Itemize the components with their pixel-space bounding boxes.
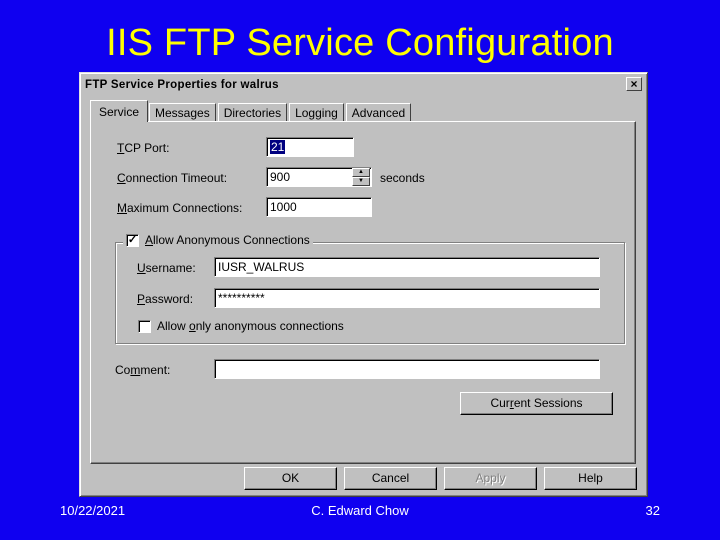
spin-down-icon[interactable]: ▼ — [352, 177, 370, 186]
spin-up-icon[interactable]: ▲ — [352, 168, 370, 177]
anonymous-only-checkbox-row[interactable]: Allow only anonymous connections — [138, 319, 344, 333]
slide-title: IIS FTP Service Configuration — [106, 22, 614, 64]
max-connections-value: 1000 — [270, 200, 297, 214]
tab-messages[interactable]: Messages — [149, 103, 216, 122]
tab-service[interactable]: Service — [90, 100, 149, 122]
comment-label: Comment: — [115, 363, 171, 377]
tcp-port-input[interactable]: 21 — [266, 137, 354, 157]
password-input[interactable]: ********** — [214, 288, 600, 308]
close-button[interactable]: × — [626, 77, 642, 91]
tab-advanced[interactable]: Advanced — [345, 103, 412, 122]
cancel-button[interactable]: Cancel — [344, 467, 437, 490]
tab-directories[interactable]: Directories — [217, 103, 288, 122]
allow-anonymous-checkbox-row[interactable]: ✓ Allow Anonymous Connections — [123, 233, 313, 247]
timeout-unit-label: seconds — [380, 171, 425, 185]
close-icon: × — [630, 77, 638, 91]
username-label: Username: — [137, 261, 196, 275]
allow-anonymous-label: Allow Anonymous Connections — [145, 233, 310, 247]
anonymous-only-checkbox[interactable] — [138, 319, 151, 333]
connection-timeout-label: Connection Timeout: — [117, 171, 228, 185]
tab-strip: Service Messages Directories Logging Adv… — [90, 100, 413, 122]
dialog-titlebar[interactable]: FTP Service Properties for walrus × — [83, 76, 644, 94]
tcp-port-value: 21 — [270, 140, 286, 154]
comment-input[interactable] — [214, 359, 600, 379]
help-button[interactable]: Help — [544, 467, 637, 490]
dialog-title: FTP Service Properties for walrus — [85, 79, 279, 91]
service-tab-panel: TCP Port: 21 Connection Timeout: 900 ▲ ▼… — [90, 121, 636, 464]
username-input[interactable]: IUSR_WALRUS — [214, 257, 600, 277]
current-sessions-button[interactable]: Current Sessions — [460, 392, 613, 415]
tab-logging[interactable]: Logging — [289, 103, 344, 122]
anonymous-only-label: Allow only anonymous connections — [157, 319, 344, 333]
max-connections-input[interactable]: 1000 — [266, 197, 372, 217]
password-label: Password: — [137, 292, 194, 306]
apply-button: Apply — [444, 467, 537, 490]
footer-author: C. Edward Chow — [311, 503, 409, 518]
allow-anonymous-checkbox[interactable]: ✓ — [126, 233, 139, 247]
password-value: ********** — [218, 291, 265, 305]
max-connections-label: Maximum Connections: — [117, 201, 243, 215]
ftp-properties-dialog: FTP Service Properties for walrus × Serv… — [79, 72, 648, 497]
ok-button[interactable]: OK — [244, 467, 337, 490]
connection-timeout-value: 900 — [270, 170, 291, 184]
footer-page-number: 32 — [645, 503, 660, 518]
connection-timeout-spinner[interactable]: ▲ ▼ — [352, 168, 370, 186]
username-value: IUSR_WALRUS — [218, 260, 305, 274]
tcp-port-label: TCP Port: — [117, 141, 170, 155]
